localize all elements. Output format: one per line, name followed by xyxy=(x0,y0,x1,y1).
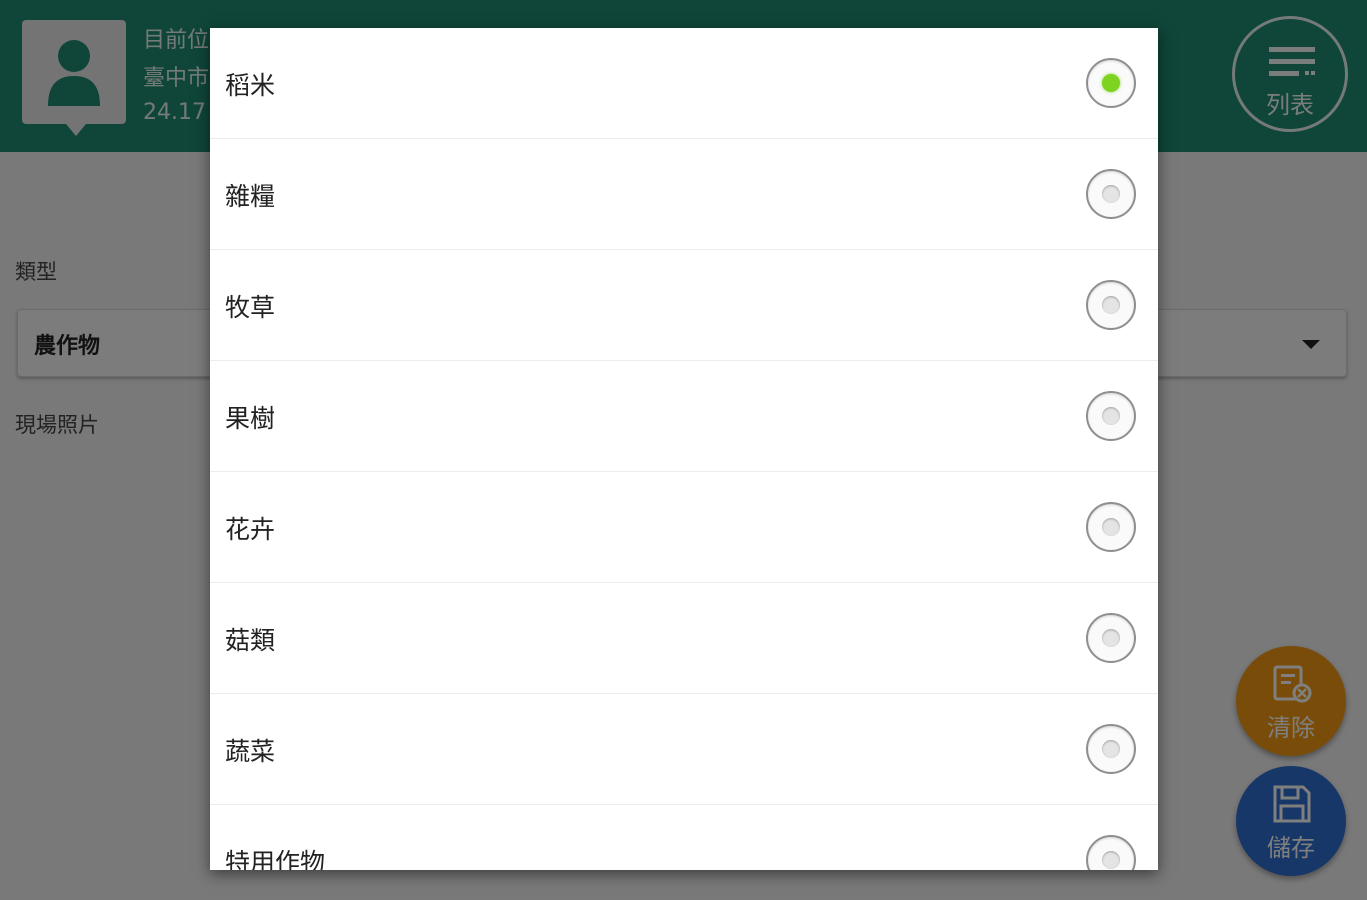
option-label: 雜糧 xyxy=(225,182,276,211)
radio-button[interactable] xyxy=(1086,724,1136,774)
radio-button[interactable] xyxy=(1086,280,1136,330)
radio-button[interactable] xyxy=(1086,391,1136,441)
radio-button[interactable] xyxy=(1086,169,1136,219)
option-label: 果樹 xyxy=(225,404,276,433)
radio-button[interactable] xyxy=(1086,835,1136,870)
option-fruit-trees[interactable]: 果樹 xyxy=(210,361,1158,472)
option-label: 牧草 xyxy=(225,293,276,322)
option-label: 花卉 xyxy=(225,515,276,544)
radio-button[interactable] xyxy=(1086,502,1136,552)
radio-dot xyxy=(1102,407,1120,425)
radio-button[interactable] xyxy=(1086,613,1136,663)
option-rice[interactable]: 稻米 xyxy=(210,28,1158,139)
radio-dot xyxy=(1102,629,1120,647)
radio-button-selected[interactable] xyxy=(1086,58,1136,108)
option-forage[interactable]: 牧草 xyxy=(210,250,1158,361)
option-label: 菇類 xyxy=(225,626,276,655)
option-special-crops[interactable]: 特用作物 xyxy=(210,805,1158,870)
radio-dot xyxy=(1102,851,1120,869)
radio-dot xyxy=(1102,74,1120,92)
option-label: 特用作物 xyxy=(225,848,326,870)
option-vegetables[interactable]: 蔬菜 xyxy=(210,694,1158,805)
option-label: 稻米 xyxy=(225,71,276,100)
option-flowers[interactable]: 花卉 xyxy=(210,472,1158,583)
option-mushrooms[interactable]: 菇類 xyxy=(210,583,1158,694)
option-label: 蔬菜 xyxy=(225,737,276,766)
radio-dot xyxy=(1102,518,1120,536)
option-grains[interactable]: 雜糧 xyxy=(210,139,1158,250)
radio-dot xyxy=(1102,185,1120,203)
radio-dot xyxy=(1102,296,1120,314)
crop-type-dialog: 稻米 雜糧 牧草 果樹 花卉 菇類 蔬菜 特用作物 xyxy=(210,28,1158,870)
radio-dot xyxy=(1102,740,1120,758)
